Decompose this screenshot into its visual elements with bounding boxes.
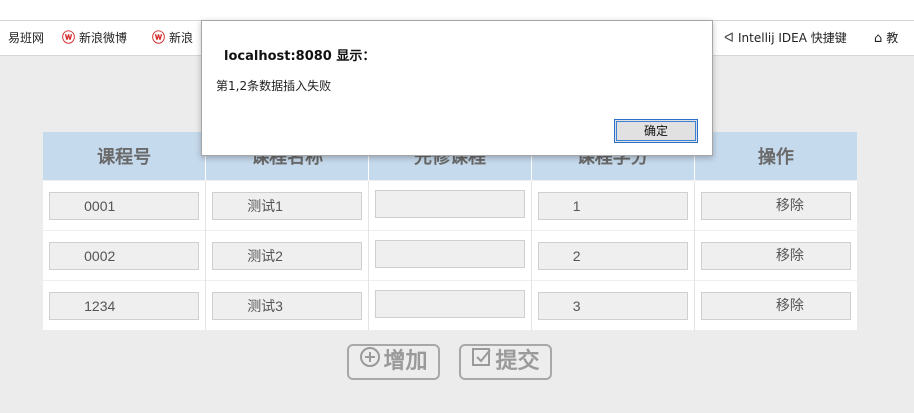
remove-button[interactable]: 移除: [700, 291, 851, 320]
bookmark-label: Intellij IDEA 快捷键: [738, 31, 847, 45]
bookmark-intellij[interactable]: ᐊ Intellij IDEA 快捷键: [724, 21, 847, 55]
add-button[interactable]: 增加: [347, 344, 440, 380]
course-name-input[interactable]: 测试1: [212, 191, 363, 220]
weibo-icon: ⓦ: [62, 30, 76, 46]
header-action: 操作: [694, 132, 857, 181]
bookmark-label: 新浪微博: [79, 31, 128, 45]
table-row: 0001 测试1 1 移除: [43, 180, 857, 231]
prereq-input[interactable]: [374, 239, 525, 268]
bookmark-edu[interactable]: ⌂ 教: [874, 21, 898, 55]
course-id-input[interactable]: 0002: [49, 241, 200, 270]
course-id-input[interactable]: 0001: [49, 191, 200, 220]
header-course-id: 课程号: [43, 132, 207, 181]
add-label: 增加: [383, 349, 428, 374]
course-id-input[interactable]: 1234: [49, 291, 200, 320]
checkbox-icon: [471, 346, 493, 378]
ok-button[interactable]: 确定: [614, 119, 698, 143]
bookmark-label: 新浪: [169, 31, 194, 45]
prereq-input[interactable]: [374, 189, 525, 218]
credit-input[interactable]: 3: [537, 291, 688, 320]
plus-circle-icon: [359, 346, 381, 378]
bookmark-sina[interactable]: ⓦ 新浪: [152, 21, 193, 55]
submit-label: 提交: [495, 349, 540, 374]
bank-icon: ⌂: [874, 30, 883, 46]
remove-button[interactable]: 移除: [700, 241, 851, 270]
submit-button[interactable]: 提交: [459, 344, 552, 380]
course-table: 课程号 课程名称 先修课程 课程学分 操作 0001 测试1 1 移除 0002…: [43, 132, 857, 330]
dialog-message: 第1,2条数据插入失败: [216, 79, 332, 93]
course-name-input[interactable]: 测试3: [212, 291, 363, 320]
kotlin-icon: ᐊ: [724, 30, 734, 46]
weibo-icon: ⓦ: [152, 30, 166, 46]
credit-input[interactable]: 2: [537, 241, 688, 270]
alert-dialog: localhost:8080 显示： 第1,2条数据插入失败 确定: [201, 20, 713, 156]
bookmark-label: 教: [886, 31, 899, 45]
bookmark-label: 易班网: [8, 31, 45, 45]
prereq-input[interactable]: [374, 289, 525, 318]
bookmark-yiban[interactable]: 易班网: [8, 21, 44, 55]
remove-button[interactable]: 移除: [700, 191, 851, 220]
course-name-input[interactable]: 测试2: [212, 241, 363, 270]
table-row: 1234 测试3 3 移除: [43, 280, 857, 330]
browser-top-strip: [0, 0, 914, 20]
table-row: 0002 测试2 2 移除: [43, 230, 857, 281]
bookmark-weibo[interactable]: ⓦ 新浪微博: [62, 21, 127, 55]
dialog-title: localhost:8080 显示：: [224, 49, 376, 64]
credit-input[interactable]: 1: [537, 191, 688, 220]
